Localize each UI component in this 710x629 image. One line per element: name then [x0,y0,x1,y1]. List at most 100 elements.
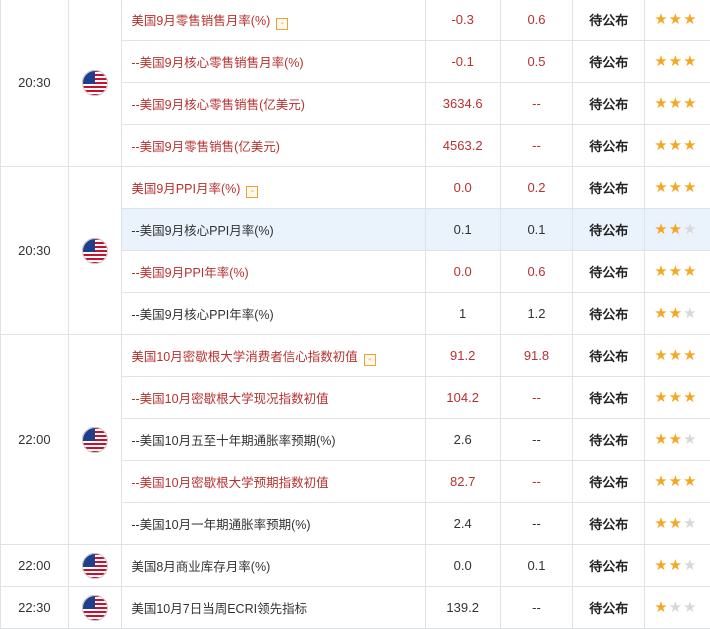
importance-rating: ★★★ [644,460,710,503]
event-name[interactable]: --美国10月五至十年期通胀率预期(%) [131,434,335,448]
event-name[interactable]: --美国9月零售销售(亿美元) [131,140,280,154]
status-pending: 待公布 [572,502,646,545]
star-filled-icon: ★ [654,305,668,322]
event-name[interactable]: --美国9月核心PPI年率(%) [131,308,273,322]
event-name[interactable]: --美国9月核心零售销售月率(%) [131,56,303,70]
status-pending: 待公布 [572,460,646,503]
forecast-value: -- [499,124,574,167]
status-pending: 待公布 [572,418,646,461]
star-filled-icon: ★ [683,95,697,112]
star-filled-icon: ★ [668,95,683,112]
event-name[interactable]: --美国10月密歇根大学预期指数初值 [131,476,328,490]
event-name-cell[interactable]: 美国10月密歇根大学消费者信心指数初值 - [121,334,426,377]
event-name[interactable]: --美国9月核心PPI月率(%) [131,224,273,238]
event-name[interactable]: --美国10月一年期通胀率预期(%) [131,518,310,532]
previous-value: 2.4 [424,502,501,545]
star-filled-icon: ★ [654,389,668,406]
event-row[interactable]: 22:30 美国10月7日当周ECRI领先指标 139.2 -- 待公布 ★★★ [0,586,710,629]
event-time: 22:30 [0,586,69,629]
star-filled-icon: ★ [654,137,668,154]
status-pending: 待公布 [572,124,646,167]
status-pending: 待公布 [572,208,646,251]
forecast-value: -- [499,376,574,419]
previous-value: -0.1 [424,40,501,83]
event-name[interactable]: 美国10月7日当周ECRI领先指标 [131,602,307,616]
star-filled-icon: ★ [668,263,683,280]
star-filled-icon: ★ [654,599,668,616]
event-name[interactable]: 美国9月PPI月率(%) [131,182,240,196]
event-name-cell[interactable]: --美国10月密歇根大学预期指数初值 [121,460,426,503]
importance-rating: ★★★ [644,250,710,293]
collapse-toggle-icon[interactable]: - [276,17,289,30]
previous-value: 91.2 [424,334,501,377]
status-pending: 待公布 [572,40,646,83]
star-empty-icon: ★ [668,599,683,616]
status-pending: 待公布 [572,586,646,629]
importance-rating: ★★★ [644,166,710,209]
event-name[interactable]: 美国9月零售销售月率(%) [131,14,270,28]
star-filled-icon: ★ [654,263,668,280]
event-name-cell[interactable]: --美国9月PPI年率(%) [121,250,426,293]
star-filled-icon: ★ [654,221,668,238]
star-filled-icon: ★ [668,53,683,70]
event-name[interactable]: --美国10月密歇根大学现况指数初值 [131,392,328,406]
star-filled-icon: ★ [654,473,668,490]
star-empty-icon: ★ [683,431,697,448]
event-name-cell[interactable]: --美国9月核心零售销售月率(%) [121,40,426,83]
star-filled-icon: ★ [683,347,697,364]
event-time: 22:00 [0,544,69,587]
event-name-cell[interactable]: 美国9月PPI月率(%) - [121,166,426,209]
star-empty-icon: ★ [683,557,697,574]
importance-rating: ★★★ [644,376,710,419]
event-name-cell[interactable]: 美国9月零售销售月率(%) - [121,0,426,41]
previous-value: 0.1 [424,208,501,251]
event-name-cell[interactable]: --美国10月一年期通胀率预期(%) [121,502,426,545]
star-filled-icon: ★ [654,11,668,28]
star-filled-icon: ★ [654,53,668,70]
event-name-cell[interactable]: --美国10月密歇根大学现况指数初值 [121,376,426,419]
event-name-cell[interactable]: --美国9月核心零售销售(亿美元) [121,82,426,125]
star-filled-icon: ★ [668,11,683,28]
star-filled-icon: ★ [683,263,697,280]
collapse-toggle-icon[interactable]: - [246,185,259,198]
star-filled-icon: ★ [668,305,683,322]
previous-value: 0.0 [424,250,501,293]
event-name[interactable]: --美国9月核心零售销售(亿美元) [131,98,305,112]
event-name-cell[interactable]: 美国8月商业库存月率(%) [121,544,426,587]
previous-value: 0.0 [424,544,501,587]
us-flag-icon [67,0,123,167]
star-filled-icon: ★ [683,473,697,490]
status-pending: 待公布 [572,0,646,41]
us-flag-icon [67,166,123,335]
event-row[interactable]: 22:00 美国8月商业库存月率(%) 0.0 0.1 待公布 ★★★ [0,544,710,587]
star-filled-icon: ★ [654,347,668,364]
previous-value: 82.7 [424,460,501,503]
star-filled-icon: ★ [683,11,697,28]
collapse-toggle-icon[interactable]: - [363,353,376,366]
event-name[interactable]: --美国9月PPI年率(%) [131,266,248,280]
forecast-value: 0.5 [499,40,574,83]
event-name[interactable]: 美国10月密歇根大学消费者信心指数初值 [131,350,357,364]
status-pending: 待公布 [572,334,646,377]
event-row[interactable]: 20:30 美国9月零售销售月率(%) - -0.3 0.6 待公布 ★★★ [0,0,710,167]
star-filled-icon: ★ [668,389,683,406]
star-filled-icon: ★ [654,515,668,532]
event-row[interactable]: 22:00 美国10月密歇根大学消费者信心指数初值 -91.2 91.8 待公布 ★★★ [0,334,710,545]
event-name-cell[interactable]: 美国10月7日当周ECRI领先指标 [121,586,426,629]
event-name[interactable]: 美国8月商业库存月率(%) [131,560,270,574]
star-filled-icon: ★ [683,53,697,70]
star-filled-icon: ★ [654,557,668,574]
us-flag-icon [67,586,123,629]
importance-rating: ★★★ [644,40,710,83]
star-empty-icon: ★ [683,305,697,322]
importance-rating: ★★★ [644,82,710,125]
star-filled-icon: ★ [668,137,683,154]
event-name-cell[interactable]: --美国9月零售销售(亿美元) [121,124,426,167]
importance-rating: ★★★ [644,544,710,587]
event-name-cell[interactable]: --美国9月核心PPI月率(%) [121,208,426,251]
event-time: 20:30 [0,0,69,167]
event-row[interactable]: 20:30 美国9月PPI月率(%) -0.0 0.2 待公布 ★★★ [0,166,710,335]
event-name-cell[interactable]: --美国9月核心PPI年率(%) [121,292,426,335]
importance-rating: ★★★ [644,502,710,545]
event-name-cell[interactable]: --美国10月五至十年期通胀率预期(%) [121,418,426,461]
